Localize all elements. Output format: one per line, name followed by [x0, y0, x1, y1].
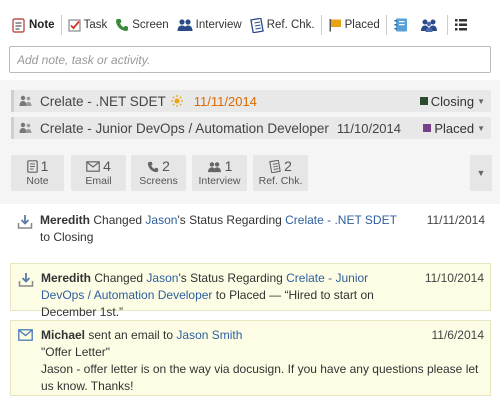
interview-count-label: Interview: [198, 175, 241, 187]
people-icon: [177, 18, 193, 32]
screen-tab[interactable]: Screen: [111, 13, 172, 37]
email-count-label: Email: [85, 175, 112, 187]
email-subject: "Offer Letter": [41, 345, 110, 359]
note-icon: [26, 160, 38, 173]
list-view-button[interactable]: [450, 13, 475, 37]
address-book-icon: [393, 17, 409, 33]
status-dropdown[interactable]: Closing ▼: [419, 90, 485, 112]
activity-text-part: to Closing: [40, 230, 94, 244]
activity-text-part: 's Status Regarding: [178, 271, 287, 285]
activity-date: 11/11/2014: [426, 213, 485, 227]
activity-text-part: 's Status Regarding: [177, 213, 286, 227]
caret-down-icon: ▼: [477, 123, 485, 133]
status-swatch: [419, 97, 428, 105]
envelope-icon: [18, 329, 33, 341]
reference-check-count-label: Ref. Chk.: [258, 175, 303, 187]
activity-text: Michael sent an email to Jason Smith "Of…: [41, 327, 481, 395]
status-dropdown[interactable]: Placed ▼: [423, 117, 485, 139]
flag-icon: [328, 18, 342, 32]
activity-text-part: sent an email to: [85, 328, 177, 342]
person-link[interactable]: Jason: [146, 271, 178, 285]
toolbar-divider: [446, 15, 448, 35]
placed-tab-label: Placed: [344, 19, 380, 31]
activity-text: Meredith Changed Jason's Status Regardin…: [41, 270, 411, 321]
checklist-icon: [249, 17, 264, 33]
caret-down-icon: ▼: [476, 168, 486, 178]
job-title: Crelate - .NET SDET: [40, 93, 166, 109]
contact-job-icon: [19, 122, 32, 134]
reference-check-count: 2: [284, 158, 292, 174]
activity-item[interactable]: Michael sent an email to Jason Smith "Of…: [10, 320, 491, 396]
note-tab-label: Note: [29, 19, 55, 31]
placed-tab[interactable]: Placed: [324, 13, 384, 37]
status-swatch: [423, 124, 432, 132]
note-count: 1: [40, 158, 49, 174]
email-count-tab[interactable]: 4 Email: [71, 155, 126, 191]
activity-date: 11/6/2014: [431, 328, 485, 342]
interview-count-tab[interactable]: 1 Interview: [192, 155, 247, 191]
status-label: Placed: [434, 120, 475, 136]
list-icon: [454, 18, 468, 32]
screens-count-tab[interactable]: 2 Screens: [131, 155, 186, 191]
job-relation-row[interactable]: Crelate - .NET SDET 11/11/2014 Closing ▼: [11, 90, 491, 112]
checklist-icon: [269, 160, 281, 173]
job-title: Crelate - Junior DevOps / Automation Dev…: [40, 120, 329, 136]
note-count-tab[interactable]: 1 Note: [11, 155, 64, 191]
envelope-icon: [86, 161, 100, 172]
activity-toolbar: Note Task Screen Interview Ref. Chk. Pla…: [8, 12, 492, 38]
reference-check-tab-label: Ref. Chk.: [266, 19, 315, 31]
actor-name[interactable]: Meredith: [41, 271, 91, 285]
actor-name[interactable]: Meredith: [40, 213, 90, 227]
interview-tab-label: Interview: [195, 19, 242, 31]
job-relation-row[interactable]: Crelate - Junior DevOps / Automation Dev…: [11, 117, 491, 139]
email-count: 4: [103, 158, 111, 174]
activity-text-part: Changed: [91, 271, 147, 285]
job-date: 11/11/2014: [193, 93, 257, 109]
screens-count-label: Screens: [139, 175, 178, 187]
phone-icon: [115, 18, 129, 32]
note-count-label: Note: [26, 175, 49, 187]
screen-tab-label: Screen: [132, 19, 169, 31]
task-tab[interactable]: Task: [64, 13, 112, 37]
interview-count: 1: [224, 158, 233, 174]
actor-name[interactable]: Michael: [41, 328, 85, 342]
status-label: Closing: [430, 93, 475, 109]
contact-job-icon: [19, 95, 32, 107]
status-change-icon: [17, 214, 33, 230]
reference-check-count-tab[interactable]: 2 Ref. Chk.: [253, 155, 308, 191]
activity-item[interactable]: Meredith Changed Jason's Status Regardin…: [10, 263, 491, 319]
group-button[interactable]: [416, 13, 445, 37]
group-icon: [420, 17, 438, 33]
activity-date: 11/10/2014: [424, 271, 484, 285]
sun-icon: [170, 95, 183, 107]
phone-icon: [147, 161, 159, 173]
person-link[interactable]: Jason Smith: [176, 328, 242, 342]
toolbar-divider: [320, 15, 322, 35]
caret-down-icon: ▼: [477, 96, 485, 106]
interview-tab[interactable]: Interview: [173, 13, 246, 37]
note-tab[interactable]: Note: [8, 13, 59, 37]
email-body: Jason - offer letter is on the way via d…: [41, 362, 479, 393]
screens-count: 2: [162, 158, 170, 174]
note-icon: [12, 17, 26, 33]
more-dropdown-button[interactable]: ▼: [470, 155, 492, 191]
activity-item[interactable]: Meredith Changed Jason's Status Regardin…: [10, 206, 491, 258]
people-icon: [207, 161, 222, 173]
toolbar-divider: [385, 15, 387, 35]
reference-check-tab[interactable]: Ref. Chk.: [246, 13, 319, 37]
job-date: 11/10/2014: [336, 120, 401, 136]
task-checkbox-icon: [67, 18, 81, 32]
person-link[interactable]: Jason: [145, 213, 177, 227]
email-summary: Michael sent an email to Jason Smith: [41, 327, 481, 344]
activity-text-part: Changed: [90, 213, 146, 227]
note-input[interactable]: [9, 46, 491, 73]
job-link[interactable]: Crelate - .NET SDET: [285, 213, 397, 227]
status-change-icon: [18, 272, 34, 288]
contact-card-button[interactable]: [389, 13, 416, 37]
toolbar-divider: [60, 15, 62, 35]
activity-text: Meredith Changed Jason's Status Regardin…: [40, 212, 410, 246]
task-tab-label: Task: [83, 19, 108, 31]
